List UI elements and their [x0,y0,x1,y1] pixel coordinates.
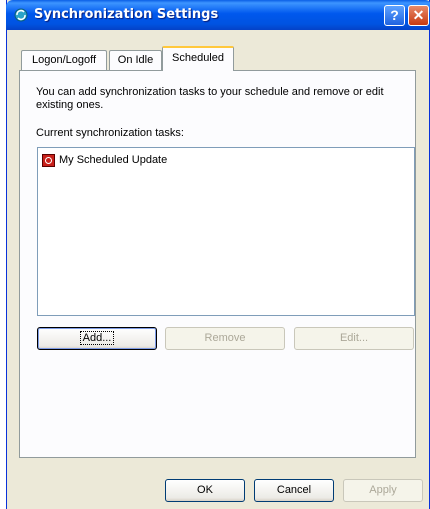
edit-button[interactable]: Edit... [294,327,414,350]
apply-button[interactable]: Apply [343,479,423,502]
title-bar[interactable]: Synchronization Settings ? ✕ [6,0,430,30]
help-icon: ? [390,7,399,23]
tab-on-idle[interactable]: On Idle [109,50,162,70]
tab-scheduled[interactable]: Scheduled [162,46,234,71]
ok-button[interactable]: OK [165,479,245,502]
apply-button-label: Apply [369,484,397,496]
remove-button-label: Remove [204,332,246,344]
ok-button-label: OK [197,484,213,496]
add-button-label: Add... [79,331,115,345]
cancel-button[interactable]: Cancel [254,479,334,502]
tasks-listbox[interactable]: My Scheduled Update [37,147,415,316]
add-button[interactable]: Add... [37,327,157,350]
window-title: Synchronization Settings [34,7,219,22]
close-icon: ✕ [412,7,425,23]
tab-logon-logoff[interactable]: Logon/Logoff [21,50,107,70]
close-button[interactable]: ✕ [408,5,429,26]
remove-button[interactable]: Remove [165,327,285,350]
tasks-list-label: Current synchronization tasks: [36,127,184,139]
scheduled-description: You can add synchronization tasks to you… [36,86,384,111]
scheduled-task-icon [42,153,55,167]
help-button[interactable]: ? [384,5,405,26]
cancel-button-label: Cancel [276,484,312,496]
sync-app-icon [14,8,28,22]
list-item[interactable]: My Scheduled Update [42,152,167,168]
task-label: My Scheduled Update [59,154,168,166]
edit-button-label: Edit... [339,332,369,344]
